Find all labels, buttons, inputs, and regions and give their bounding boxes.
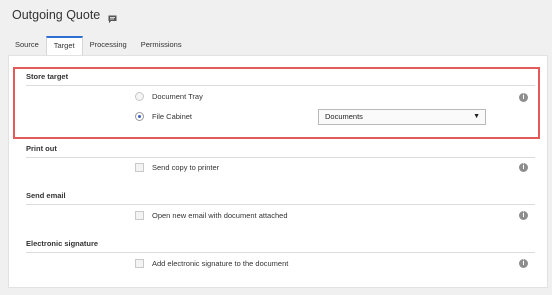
open-email-option[interactable]: Open new email with document attached	[135, 211, 288, 220]
send-copy-printer-option[interactable]: Send copy to printer	[135, 163, 219, 172]
info-icon[interactable]: i	[519, 211, 528, 220]
open-email-checkbox[interactable]	[135, 211, 144, 220]
electronic-signature-section: Electronic signature	[26, 239, 535, 253]
outgoing-quote-page: Outgoing Quote Source Target Processing …	[0, 0, 552, 295]
store-target-highlight-box	[13, 67, 540, 139]
comment-icon[interactable]	[108, 11, 117, 23]
send-email-section: Send email	[26, 191, 535, 205]
send-copy-printer-checkbox[interactable]	[135, 163, 144, 172]
tab-bar: Source Target Processing Permissions	[8, 36, 552, 55]
print-out-title: Print out	[26, 144, 535, 158]
electronic-signature-option[interactable]: Add electronic signature to the document	[135, 259, 288, 268]
tab-target[interactable]: Target	[45, 36, 83, 55]
page-title: Outgoing Quote	[12, 8, 101, 22]
tab-source[interactable]: Source	[8, 36, 46, 55]
tab-processing[interactable]: Processing	[83, 36, 134, 55]
electronic-signature-label: Add electronic signature to the document	[152, 259, 289, 268]
send-copy-printer-label: Send copy to printer	[152, 163, 220, 172]
info-icon[interactable]: i	[519, 259, 528, 268]
tab-permissions[interactable]: Permissions	[134, 36, 189, 55]
info-icon[interactable]: i	[519, 163, 528, 172]
electronic-signature-checkbox[interactable]	[135, 259, 144, 268]
print-out-section: Print out	[26, 144, 535, 158]
electronic-signature-title: Electronic signature	[26, 239, 535, 253]
send-email-title: Send email	[26, 191, 535, 205]
header: Outgoing Quote	[12, 8, 117, 23]
open-email-label: Open new email with document attached	[152, 211, 288, 220]
